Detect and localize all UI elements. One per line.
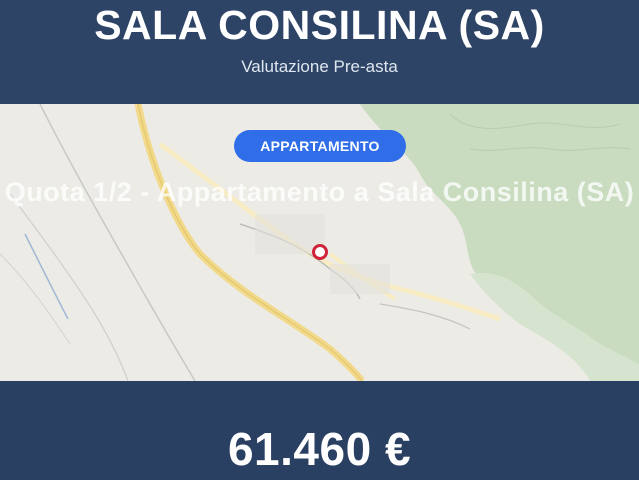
card-header: SALA CONSILINA (SA) Valutazione Pre-asta xyxy=(0,0,639,104)
map-view[interactable]: APPARTAMENTO Quota 1/2 - Appartamento a … xyxy=(0,104,639,381)
property-type-badge: APPARTAMENTO xyxy=(234,130,406,162)
card-footer: 61.460 € xyxy=(0,381,639,480)
price-value: 61.460 € xyxy=(227,423,412,475)
page-title: SALA CONSILINA (SA) xyxy=(94,2,545,48)
location-pin-icon[interactable] xyxy=(312,244,328,260)
property-card[interactable]: SALA CONSILINA (SA) Valutazione Pre-asta xyxy=(0,0,639,480)
listing-title-overlay: Quota 1/2 - Appartamento a Sala Consilin… xyxy=(4,177,635,207)
page-subtitle: Valutazione Pre-asta xyxy=(241,57,398,76)
